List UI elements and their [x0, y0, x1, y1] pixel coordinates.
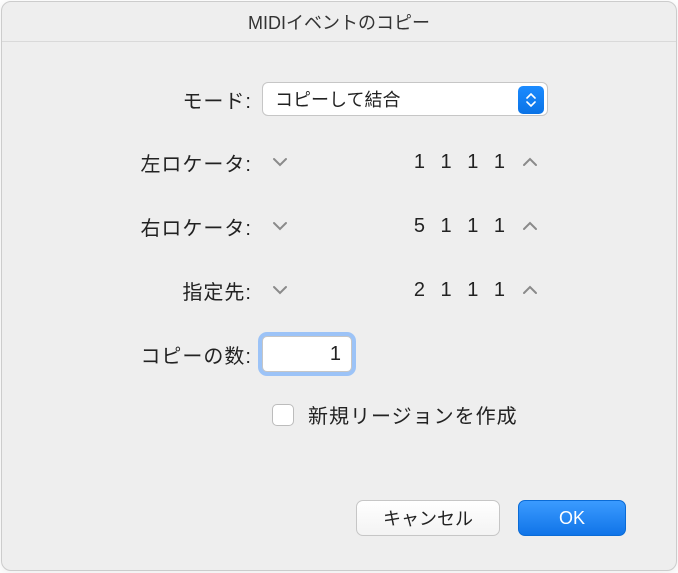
- destination-label: 指定先:: [82, 276, 262, 305]
- content-area: モード: コピーして結合 左ロケータ: 1 1 1 1: [2, 42, 676, 500]
- copies-label: コピーの数:: [82, 340, 262, 369]
- dialog: MIDIイベントのコピー モード: コピーして結合 左ロケータ:: [1, 1, 677, 571]
- chevron-down-icon[interactable]: [268, 150, 292, 174]
- copies-row: コピーの数:: [82, 336, 596, 372]
- create-region-row: 新規リージョンを作成: [272, 400, 596, 429]
- left-locator-value: 1 1 1 1: [296, 151, 514, 174]
- ok-button[interactable]: OK: [518, 500, 626, 536]
- ok-button-label: OK: [559, 508, 585, 529]
- mode-label: モード:: [82, 85, 262, 114]
- copies-input[interactable]: [262, 336, 352, 372]
- chevron-up-icon[interactable]: [518, 278, 542, 302]
- right-locator-row: 右ロケータ: 5 1 1 1: [82, 208, 596, 244]
- mode-row: モード: コピーして結合: [82, 82, 596, 116]
- chevron-up-icon[interactable]: [518, 214, 542, 238]
- select-caret-icon: [518, 86, 544, 114]
- create-region-checkbox[interactable]: [272, 404, 294, 426]
- left-locator-row: 左ロケータ: 1 1 1 1: [82, 144, 596, 180]
- destination-field[interactable]: 2 1 1 1: [262, 272, 548, 308]
- right-locator-field[interactable]: 5 1 1 1: [262, 208, 548, 244]
- titlebar: MIDIイベントのコピー: [2, 2, 676, 42]
- create-region-label: 新規リージョンを作成: [308, 400, 518, 429]
- chevron-up-icon[interactable]: [518, 150, 542, 174]
- chevron-down-icon[interactable]: [268, 278, 292, 302]
- chevron-down-icon[interactable]: [268, 214, 292, 238]
- cancel-button[interactable]: キャンセル: [356, 500, 500, 536]
- left-locator-label: 左ロケータ:: [82, 148, 262, 177]
- destination-row: 指定先: 2 1 1 1: [82, 272, 596, 308]
- right-locator-value: 5 1 1 1: [296, 215, 514, 238]
- cancel-button-label: キャンセル: [383, 505, 473, 531]
- mode-selected-value: コピーして結合: [275, 86, 400, 112]
- right-locator-label: 右ロケータ:: [82, 212, 262, 241]
- mode-select[interactable]: コピーして結合: [262, 82, 548, 116]
- dialog-title: MIDIイベントのコピー: [248, 9, 430, 35]
- destination-value: 2 1 1 1: [296, 279, 514, 302]
- left-locator-field[interactable]: 1 1 1 1: [262, 144, 548, 180]
- footer: キャンセル OK: [2, 500, 676, 570]
